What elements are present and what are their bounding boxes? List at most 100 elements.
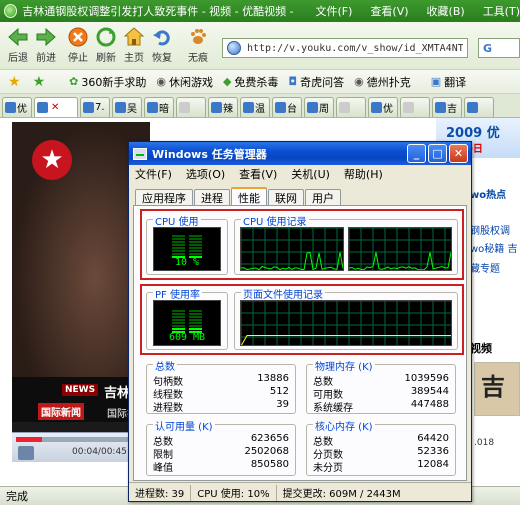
status-text: 完成 — [6, 490, 28, 503]
tm-menu-file[interactable]: 文件(F) — [135, 166, 172, 182]
tab-processes[interactable]: 进程 — [194, 189, 230, 205]
browser-tab[interactable]: 温 — [240, 97, 270, 117]
translate-icon: ▣ — [430, 75, 442, 88]
refresh-button[interactable]: 刷新 — [92, 26, 120, 64]
cpu-history-line-1 — [241, 228, 343, 270]
page-favicon-icon — [147, 102, 158, 113]
stop-button[interactable]: 停止 — [64, 26, 92, 64]
add-favorite-icon[interactable]: ★ — [33, 74, 46, 90]
tm-menu-help[interactable]: 帮助(H) — [344, 166, 383, 182]
pf-history-graph — [240, 300, 452, 346]
tm-menu-shutdown[interactable]: 关机(U) — [291, 166, 330, 182]
close-tab-icon[interactable]: ✕ — [51, 102, 59, 113]
fav-link-360-help[interactable]: ✿ 360新手求助 — [69, 74, 146, 90]
fav-link-games[interactable]: ◉ 休闲游戏 — [156, 74, 213, 90]
tm-menu-options[interactable]: 选项(O) — [186, 166, 225, 182]
tm-menu-view[interactable]: 查看(V) — [239, 166, 277, 182]
task-manager-icon — [133, 147, 147, 160]
side-link[interactable]: wo秘籍 吉 — [470, 240, 517, 255]
maximize-icon: □ — [432, 147, 443, 160]
360-icon: ✿ — [69, 75, 79, 88]
pf-usage-meter: 609 MB — [153, 300, 221, 346]
home-button[interactable]: 主页 — [120, 26, 148, 64]
video-progress-fill — [16, 437, 42, 442]
browser-tab[interactable]: 7. — [80, 97, 110, 117]
browser-tab[interactable]: 台 — [272, 97, 302, 117]
tab-users[interactable]: 用户 — [305, 189, 341, 205]
fav-link-antivirus[interactable]: ◆ 免费杀毒 — [223, 74, 278, 90]
favorites-bar: ★ ★ ✿ 360新手求助 ◉ 休闲游戏 ◆ 免费杀毒 ◘ 奇虎问答 ◉ 德州扑克 ▣ 翻译 — [0, 70, 520, 94]
minimize-button[interactable]: _ — [407, 144, 426, 163]
stat-row: 限制 2502068 — [153, 446, 289, 461]
browser-tab[interactable] — [336, 97, 366, 117]
page-favicon-icon — [435, 102, 446, 113]
back-button[interactable]: 后退 — [4, 26, 32, 64]
gamepad-icon: ◉ — [156, 75, 166, 88]
tab-networking[interactable]: 联网 — [268, 189, 304, 205]
page-favicon-icon — [371, 102, 382, 113]
browser-tab[interactable]: 辣 — [208, 97, 238, 117]
favorites-star-icon[interactable]: ★ — [8, 74, 21, 90]
browser-tab[interactable]: 优 — [2, 97, 32, 117]
browser-logo-icon — [4, 4, 18, 18]
menu-view[interactable]: 查看(V) — [370, 3, 408, 19]
task-manager-window: Windows 任务管理器 _ □ ✕ 文件(F) 选项(O) 查看(V) 关机… — [128, 141, 472, 502]
window-title: 吉林通钢股权调整引发打人致死事件 - 视频 - 优酷视频 - ... — [22, 5, 294, 18]
forward-button[interactable]: 前进 — [32, 26, 60, 64]
paw-icon — [186, 26, 210, 48]
play-pause-button[interactable] — [18, 446, 34, 460]
tab-performance[interactable]: 性能 — [231, 187, 267, 206]
private-mode-button[interactable]: 无痕 — [184, 26, 212, 64]
browser-tab[interactable] — [464, 97, 494, 117]
stat-row: 系统缓存 447488 — [313, 399, 449, 414]
stat-row: 分页数 52336 — [313, 446, 449, 461]
stat-row: 句柄数 13886 — [153, 373, 289, 388]
fav-link-qa[interactable]: ◘ 奇虎问答 — [288, 74, 344, 90]
side-link[interactable]: wo热点 — [470, 186, 506, 201]
fav-link-poker[interactable]: ◉ 德州扑克 — [354, 74, 411, 90]
navigation-toolbar: 后退 前进 停止 刷新 主页 恢复 无痕 http://v.youku.com/… — [0, 22, 520, 70]
menu-favorites[interactable]: 收藏(B) — [427, 3, 465, 19]
back-arrow-icon — [6, 26, 30, 48]
browser-tab[interactable]: 周 — [304, 97, 334, 117]
minimize-icon: _ — [413, 147, 420, 160]
globe-icon — [227, 41, 241, 55]
shield-icon: ◆ — [222, 75, 232, 88]
menu-tools[interactable]: 工具(T) — [483, 3, 520, 19]
side-link[interactable]: 藏专题 — [470, 260, 500, 275]
browser-tab[interactable] — [400, 97, 430, 117]
pf-history-group: 页面文件使用记录 — [234, 286, 458, 350]
browser-tab[interactable]: 吉 — [432, 97, 462, 117]
close-button[interactable]: ✕ — [449, 144, 468, 163]
video-time: 00:04/00:45 — [72, 447, 127, 457]
cpu-history-graph-1 — [240, 227, 344, 271]
page-favicon-icon — [307, 102, 318, 113]
browser-menubar: 文件(F) 查看(V) 收藏(B) 工具(T) — [316, 3, 520, 19]
search-box[interactable]: G — [478, 38, 520, 58]
url-input[interactable] — [245, 41, 465, 55]
side-link[interactable]: 钢股权调 — [470, 222, 510, 237]
dragon-tv-logo: ★ — [32, 140, 72, 180]
maximize-button[interactable]: □ — [428, 144, 447, 163]
undo-close-button[interactable]: 恢复 — [148, 26, 176, 64]
forward-arrow-icon — [34, 26, 58, 48]
browser-tab[interactable]: 吴 — [112, 97, 142, 117]
task-manager-titlebar[interactable]: Windows 任务管理器 _ □ ✕ — [129, 142, 471, 165]
page-favicon-icon — [115, 102, 126, 113]
page-favicon-icon — [243, 102, 254, 113]
cpu-usage-group: CPU 使用 10 % — [146, 213, 228, 275]
fav-link-translate[interactable]: ▣ 翻译 — [431, 74, 466, 90]
side-thumbnail[interactable]: 吉 — [474, 362, 520, 416]
browser-tab[interactable]: 暗 — [144, 97, 174, 117]
physical-memory-group: 物理内存 (K) 总数 1039596 可用数 389544 系统缓存 447488 — [306, 358, 456, 414]
browser-tab-active[interactable]: ✕ — [34, 97, 78, 117]
address-bar[interactable] — [222, 38, 468, 58]
lower-third-name: 吉林 — [104, 386, 131, 401]
video-progress-bar[interactable] — [16, 437, 146, 442]
totals-group: 总数 句柄数 13886 线程数 512 进程数 39 — [146, 358, 296, 414]
side-count: .018 — [474, 438, 495, 448]
menu-file[interactable]: 文件(F) — [316, 3, 353, 19]
browser-tab[interactable] — [176, 97, 206, 117]
browser-tab[interactable]: 优 — [368, 97, 398, 117]
tab-applications[interactable]: 应用程序 — [135, 189, 193, 205]
